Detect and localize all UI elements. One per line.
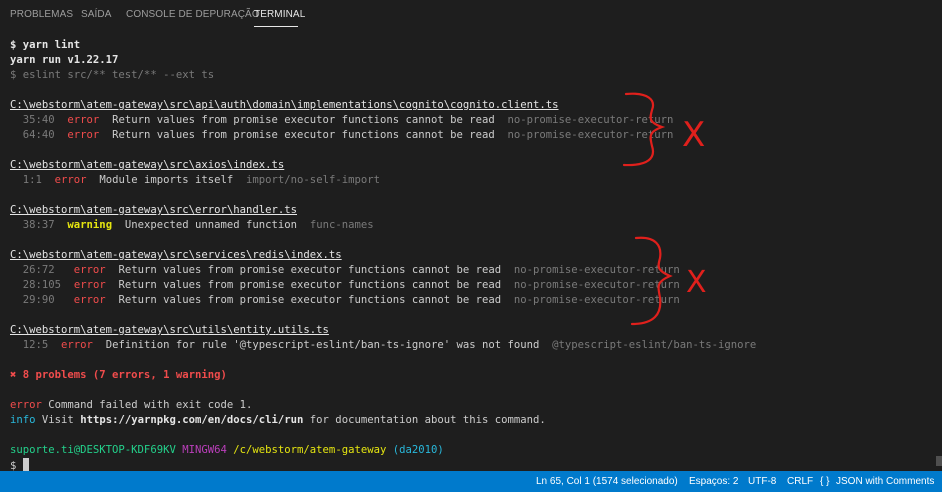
lint-issue-row: 28:105 error Return values from promise … [22, 279, 680, 291]
tab-problems[interactable]: PROBLEMAS [10, 9, 73, 20]
yarn-version-line: yarn run v1.22.17 [10, 54, 119, 66]
panel-tab-bar: PROBLEMAS SAÍDA CONSOLE DE DEPURAÇÃO TER… [0, 0, 942, 30]
problems-summary: ✖ 8 problems (7 errors, 1 warning) [10, 369, 227, 381]
docs-link[interactable]: https://yarnpkg.com/en/docs/cli/run [80, 414, 303, 426]
encoding-setting[interactable]: UTF-8 [748, 476, 776, 487]
lint-issue-row: 12:5 error Definition for rule '@typescr… [22, 339, 757, 351]
terminal-output[interactable]: $ yarn lint yarn run v1.22.17 $ eslint s… [10, 38, 940, 473]
file-path-link[interactable]: C:\webstorm\atem-gateway\src\services\re… [10, 249, 342, 261]
terminal-scrollbar[interactable] [936, 456, 942, 466]
eol-setting[interactable]: CRLF [787, 476, 813, 487]
file-path-link[interactable]: C:\webstorm\atem-gateway\src\api\auth\do… [10, 99, 559, 111]
lint-issue-row: 26:72 error Return values from promise e… [22, 264, 680, 276]
error-line: error Command failed with exit code 1. [10, 399, 253, 411]
lint-issue-row: 38:37 warning Unexpected unnamed functio… [22, 219, 374, 231]
active-tab-indicator [254, 26, 298, 27]
lint-issue-row: 64:40 error Return values from promise e… [22, 129, 674, 141]
file-path-link[interactable]: C:\webstorm\atem-gateway\src\error\handl… [10, 204, 297, 216]
tab-output[interactable]: SAÍDA [81, 9, 112, 20]
tab-terminal[interactable]: TERMINAL [254, 9, 305, 20]
tab-debug-console[interactable]: CONSOLE DE DEPURAÇÃO [126, 9, 260, 20]
terminal-cursor [22, 458, 29, 471]
lint-issue-row: 1:1 error Module imports itself import/n… [22, 174, 380, 186]
lint-issue-row: 29:90 error Return values from promise e… [22, 294, 680, 306]
info-line: info Visit https://yarnpkg.com/en/docs/c… [10, 414, 546, 426]
cursor-position[interactable]: Ln 65, Col 1 (1574 selecionado) [536, 476, 678, 487]
eslint-command-line: $ eslint src/** test/** --ext ts [10, 69, 215, 81]
indentation-setting[interactable]: Espaços: 2 [689, 476, 738, 487]
status-bar: Ln 65, Col 1 (1574 selecionado) Espaços:… [0, 471, 942, 492]
lint-issue-row: 35:40 error Return values from promise e… [22, 114, 674, 126]
file-path-link[interactable]: C:\webstorm\atem-gateway\src\axios\index… [10, 159, 284, 171]
shell-prompt: suporte.ti@DESKTOP-KDF69KV MINGW64 /c/we… [10, 444, 444, 456]
braces-icon[interactable]: { } [820, 476, 829, 487]
file-path-link[interactable]: C:\webstorm\atem-gateway\src\utils\entit… [10, 324, 329, 336]
command-line: $ yarn lint [10, 39, 81, 51]
language-mode[interactable]: JSON with Comments [836, 476, 934, 487]
